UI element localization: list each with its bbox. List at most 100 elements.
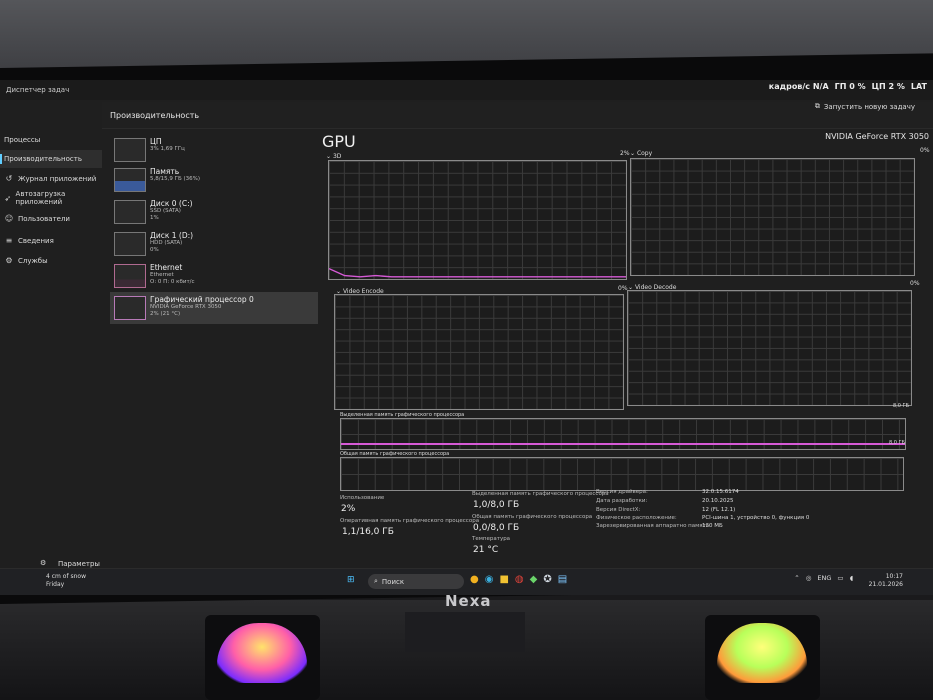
engine-copy-value: 0%	[920, 147, 930, 154]
screen: Диспетчер задач кадров/с N/A ГП 0 % ЦП 2…	[0, 80, 933, 595]
device-cpu[interactable]: ЦП 3% 1,69 ГГц	[110, 134, 318, 164]
gpu-ram-label: Оперативная память графического процессо…	[340, 518, 480, 524]
weather-text: 4 cm of snow	[46, 573, 86, 580]
gpu-ram-value: 1,1/16,0 ГБ	[342, 527, 394, 537]
device-memory[interactable]: Память 5,8/15,9 ГБ (36%)	[110, 164, 318, 194]
device-name: Графический процессор 0	[150, 295, 254, 304]
temperature-value: 21 °C	[473, 545, 499, 555]
driver-date-value: 20.10.2025	[702, 498, 734, 504]
location-value: PCI-шина 1, устройство 0, функция 0	[702, 515, 810, 521]
nav-label: Журнал приложений	[18, 174, 97, 183]
fps-counter: кадров/с N/A	[768, 82, 829, 91]
clock[interactable]: 10:17 21.01.2026	[869, 573, 903, 589]
weather-widget[interactable]: 4 cm of snow Friday	[46, 573, 86, 589]
search-placeholder: Поиск	[381, 577, 405, 586]
dedicated-memory-current: 8,0 ГБ	[889, 440, 906, 446]
app-icon-edge[interactable]: ◉	[485, 574, 494, 585]
nav-label: Производительность	[4, 155, 82, 163]
app-icon-green[interactable]: ◆	[530, 574, 538, 585]
reserved-memory-value: 130 МБ	[702, 523, 723, 529]
nav-processes[interactable]: Процессы	[0, 136, 102, 144]
nav-label: Автозагрузка приложений	[15, 190, 66, 206]
run-task-label: Запустить новую задачу	[823, 102, 915, 111]
memory-thumbnail	[114, 168, 146, 192]
chrome-icon[interactable]: ◍	[515, 574, 524, 585]
engine-3d-value: 2%	[620, 150, 630, 157]
device-name: Диск 1 (D:)	[150, 231, 194, 240]
search-icon: ⌕	[374, 577, 378, 585]
nav-label: Пользователи	[18, 214, 70, 223]
graph-copy	[630, 158, 915, 276]
nav-label: Службы	[18, 256, 48, 265]
nav-performance[interactable]: Производительность	[0, 150, 102, 168]
lat-counter: LAT	[910, 82, 927, 91]
shared-stat-label: Общая память графического процессора	[472, 514, 593, 520]
dedicated-memory-line	[341, 443, 905, 445]
left-speaker	[205, 615, 320, 700]
dedicated-memory-max: 8,0 ГБ	[893, 403, 910, 409]
device-list: ЦП 3% 1,69 ГГц Память 5,8/15,9 ГБ (36%) …	[110, 130, 320, 560]
right-speaker	[705, 615, 820, 700]
system-tray: ⌃ ◎ ENG ▭ ◖	[794, 574, 853, 582]
device-disk-1[interactable]: Диск 1 (D:) HDD (SATA) 0%	[110, 228, 318, 258]
nav-users[interactable]: ☺ Пользователи	[0, 214, 102, 223]
graph-dedicated-memory	[340, 418, 906, 450]
nav-app-history[interactable]: ↺ Журнал приложений	[0, 174, 102, 183]
run-task-button[interactable]: ⧉ Запустить новую задачу	[815, 102, 915, 111]
dedicated-stat-value: 1,0/8,0 ГБ	[473, 500, 520, 510]
device-sub: 3% 1,69 ГГц	[150, 146, 185, 152]
language-indicator[interactable]: ENG	[817, 574, 831, 582]
gpu-model: NVIDIA GeForce RTX 3050	[825, 132, 929, 141]
steam-icon[interactable]: ✪	[543, 574, 551, 585]
start-button[interactable]: ⊞	[347, 575, 355, 585]
app-tray-icon[interactable]: ◎	[806, 574, 812, 582]
device-gpu-0[interactable]: Графический процессор 0 NVIDIA GeForce R…	[110, 292, 318, 324]
disk0-thumbnail	[114, 200, 146, 224]
weather-day: Friday	[46, 581, 65, 588]
location-key: Физическое расположение:	[596, 515, 677, 521]
nav-services[interactable]: ⚙ Службы	[0, 256, 102, 265]
chevron-up-icon[interactable]: ⌃	[794, 574, 799, 582]
speaker-glow	[717, 623, 807, 683]
date: 21.01.2026	[868, 581, 903, 588]
device-sub: HDD (SATA) 0%	[150, 240, 183, 253]
engine-name: 3D	[332, 153, 342, 160]
nav-details[interactable]: ≡ Сведения	[0, 236, 102, 245]
app-icon-color[interactable]: ●	[470, 574, 479, 585]
gpu-title: GPU	[322, 132, 356, 151]
network-icon[interactable]: ▭	[837, 574, 843, 582]
users-icon: ☺	[4, 214, 14, 223]
graph-shared-memory	[340, 457, 904, 491]
device-disk-0[interactable]: Диск 0 (C:) SSD (SATA) 1%	[110, 196, 318, 226]
cpu-counter: ЦП 2 %	[871, 82, 905, 91]
windows-icon: ⊞	[347, 575, 355, 585]
nav-label: Процессы	[4, 136, 41, 144]
task-manager-icon[interactable]: ▤	[558, 574, 567, 585]
monitor-stand	[405, 612, 525, 652]
device-name: Память	[150, 167, 180, 176]
driver-version-key: Версия драйвера:	[596, 489, 648, 495]
engine-3d-label[interactable]: ⌄ 3D	[326, 153, 341, 160]
fps-overlay: кадров/с N/A ГП 0 % ЦП 2 % LAT	[769, 82, 927, 91]
engine-copy-label[interactable]: ⌄ Copy	[630, 150, 652, 157]
list-icon: ≡	[5, 236, 13, 245]
page-title: Производительность	[110, 111, 200, 120]
disk1-thumbnail	[114, 232, 146, 256]
driver-version-value: 32.0.15.6174	[702, 489, 739, 495]
device-ethernet[interactable]: Ethernet Ethernet О: 0 П: 0 кбит/с	[110, 260, 318, 290]
graph-video-decode	[627, 290, 912, 406]
app-title: Диспетчер задач	[6, 86, 70, 94]
engine-name: Copy	[636, 150, 653, 157]
gpu-thumbnail	[114, 296, 146, 320]
search-box[interactable]: ⌕ Поиск	[368, 574, 464, 589]
volume-icon[interactable]: ◖	[850, 574, 853, 582]
usage-label: Использование	[340, 495, 385, 501]
device-name: Ethernet	[150, 263, 183, 272]
speaker-glow	[217, 623, 307, 683]
engine-decode-value: 0%	[910, 280, 920, 287]
settings-label: Параметры	[58, 560, 100, 568]
settings-button[interactable]: ⚙ Параметры	[40, 559, 100, 568]
usage-value: 2%	[341, 504, 356, 514]
nav-startup-apps[interactable]: ➶ Автозагрузка приложений	[0, 190, 90, 206]
folder-icon[interactable]: ■	[499, 574, 508, 585]
